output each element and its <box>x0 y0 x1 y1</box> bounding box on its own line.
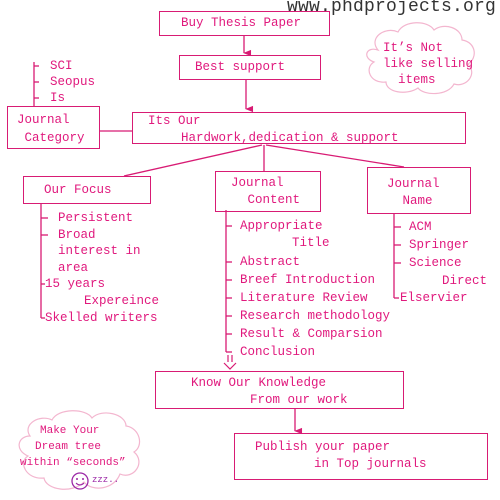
name-item: Elservier <box>400 291 468 305</box>
focus-item: area <box>58 261 89 275</box>
smiley-icon <box>71 472 89 490</box>
content-item: Title <box>292 236 330 250</box>
content-item: Abstract <box>240 255 301 269</box>
cloud-top-line3: items <box>398 73 436 87</box>
focus-item: Skelled writers <box>45 311 158 325</box>
category-item: Seopus <box>50 75 96 89</box>
content-item: Research methodology <box>240 309 391 323</box>
node-hardwork-line2: Hardwork,dedication & support <box>181 131 399 145</box>
category-item: SCI <box>50 59 73 73</box>
node-our-focus-label: Our Focus <box>44 183 112 197</box>
cloud-bottom-sleep: zzz.. <box>92 475 120 485</box>
focus-item: interest in <box>58 244 141 258</box>
focus-item: 15 years <box>45 277 106 291</box>
cloud-bottom-line2: Dream tree <box>35 441 102 453</box>
content-item: Breef Introduction <box>240 273 376 287</box>
name-item: Springer <box>409 238 470 252</box>
content-item: Result & Comparsion <box>240 327 383 341</box>
node-publish-paper-line1: Publish your paper <box>255 440 391 454</box>
focus-item: Persistent <box>58 211 134 225</box>
cloud-top-line2: like selling <box>383 57 474 71</box>
content-item: Conclusion <box>240 345 316 359</box>
focus-item: Broad <box>58 228 96 242</box>
node-journal-category-line2: Category <box>17 131 85 145</box>
down-arrow-head <box>223 362 237 370</box>
node-journal-content-line2: Content <box>240 193 301 207</box>
name-item: Direct <box>442 274 488 288</box>
name-item: ACM <box>409 220 432 234</box>
node-journal-name-line2: Name <box>395 194 433 208</box>
node-journal-content-line1: Journal <box>231 176 284 190</box>
content-item: Literature Review <box>240 291 368 305</box>
cloud-top-line1: It’s Not <box>383 41 444 55</box>
node-know-our-knowledge-line1: Know Our Knowledge <box>191 376 327 390</box>
cloud-bottom-line3: within “seconds” <box>20 457 126 469</box>
focus-item: Expereince <box>84 294 160 308</box>
node-journal-name-line1: Journal <box>387 177 440 191</box>
node-hardwork-line1: Its Our <box>148 114 201 128</box>
connector-hardwork-to-name <box>265 144 405 168</box>
category-item: Is <box>50 91 66 105</box>
cloud-bottom-line1: Make Your <box>40 425 100 437</box>
content-item: Appropriate <box>240 219 323 233</box>
name-item: Science <box>409 256 462 270</box>
node-know-our-knowledge-line2: From our work <box>250 393 348 407</box>
node-journal-category-line1: Journal <box>17 113 70 127</box>
node-buy-thesis-paper-label: Buy Thesis Paper <box>181 16 302 30</box>
node-publish-paper-line2: in Top journals <box>314 457 427 471</box>
node-best-support-label: Best support <box>195 60 286 74</box>
